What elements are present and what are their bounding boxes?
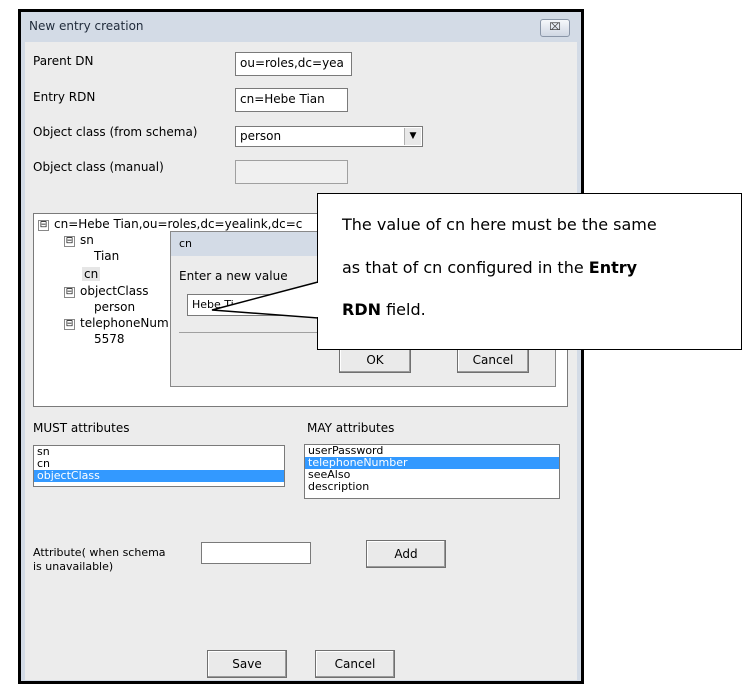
tree-node-objectclass[interactable]: ⊟ objectClass — [64, 284, 149, 298]
collapse-icon[interactable]: ⊟ — [64, 236, 75, 247]
dialog-value-input[interactable]: Hebe Ti — [187, 294, 337, 316]
callout-line2-text: as that of cn configured in the — [342, 258, 589, 277]
parent-dn-field[interactable]: ou=roles,dc=yea — [235, 52, 352, 76]
object-class-manual-label: Object class (manual) — [33, 160, 164, 174]
tree-node-sn[interactable]: ⊟ sn — [64, 233, 94, 247]
collapse-icon[interactable]: ⊟ — [64, 319, 75, 330]
window-titlebar: New entry creation ⌧ — [21, 12, 581, 42]
dialog-title: cn — [179, 237, 193, 250]
tree-node-label: telephoneNum — [80, 316, 169, 330]
may-attributes-list[interactable]: userPassword telephoneNumber seeAlso des… — [304, 444, 560, 499]
list-item[interactable]: sn — [34, 446, 284, 458]
tree-value-sn[interactable]: Tian — [94, 249, 119, 263]
tree-node-cn[interactable]: cn — [82, 267, 101, 281]
parent-dn-label: Parent DN — [33, 54, 94, 68]
dialog-ok-button[interactable]: OK — [339, 347, 411, 373]
add-button[interactable]: Add — [366, 540, 446, 568]
must-attributes-list[interactable]: sn cn objectClass — [33, 445, 285, 487]
tree-root-label: cn=Hebe Tian,ou=roles,dc=yealink,dc=c — [54, 217, 303, 231]
dialog-prompt: Enter a new value — [179, 269, 288, 283]
list-item[interactable]: objectClass — [34, 470, 284, 482]
tree-node-label: sn — [80, 233, 94, 247]
collapse-icon[interactable]: ⊟ — [38, 220, 49, 231]
attribute-input[interactable] — [201, 542, 311, 564]
object-class-schema-value: person — [240, 129, 282, 143]
dialog-cancel-button[interactable]: Cancel — [457, 347, 529, 373]
entry-rdn-label: Entry RDN — [33, 90, 96, 104]
entry-rdn-field[interactable]: cn=Hebe Tian — [235, 88, 348, 112]
tree-value-objectclass[interactable]: person — [94, 300, 135, 314]
collapse-icon[interactable]: ⊟ — [64, 287, 75, 298]
tree-node-telephone[interactable]: ⊟ telephoneNum — [64, 316, 169, 330]
callout-line1: The value of cn here must be the same — [342, 215, 657, 234]
callout-line3: RDN field. — [342, 300, 426, 319]
callout-emphasis: RDN — [342, 300, 381, 319]
window-title: New entry creation — [29, 19, 144, 33]
list-item[interactable]: description — [305, 481, 559, 493]
save-button[interactable]: Save — [207, 650, 287, 678]
object-class-manual-field[interactable] — [235, 160, 348, 184]
attribute-label-line2: is unavailable) — [33, 560, 114, 573]
callout-box: The value of cn here must be the same as… — [317, 193, 742, 350]
callout-line3-text: field. — [381, 300, 426, 319]
callout-line2: as that of cn configured in the Entry — [342, 258, 637, 277]
close-icon: ⌧ — [549, 22, 561, 33]
tree-root-node[interactable]: ⊟ cn=Hebe Tian,ou=roles,dc=yealink,dc=c — [38, 217, 302, 231]
callout-emphasis: Entry — [588, 258, 638, 277]
must-attributes-label: MUST attributes — [33, 421, 130, 435]
object-class-schema-label: Object class (from schema) — [33, 125, 198, 139]
tree-node-label: objectClass — [80, 284, 149, 298]
attribute-label-line1: Attribute( when schema — [33, 546, 166, 559]
chevron-down-icon[interactable]: ▼ — [404, 128, 421, 145]
may-attributes-label: MAY attributes — [307, 421, 395, 435]
dialog-divider — [179, 332, 319, 333]
close-button[interactable]: ⌧ — [540, 19, 570, 37]
object-class-schema-select[interactable]: person ▼ — [235, 126, 423, 147]
cancel-button[interactable]: Cancel — [315, 650, 395, 678]
tree-value-telephone[interactable]: 5578 — [94, 332, 125, 346]
